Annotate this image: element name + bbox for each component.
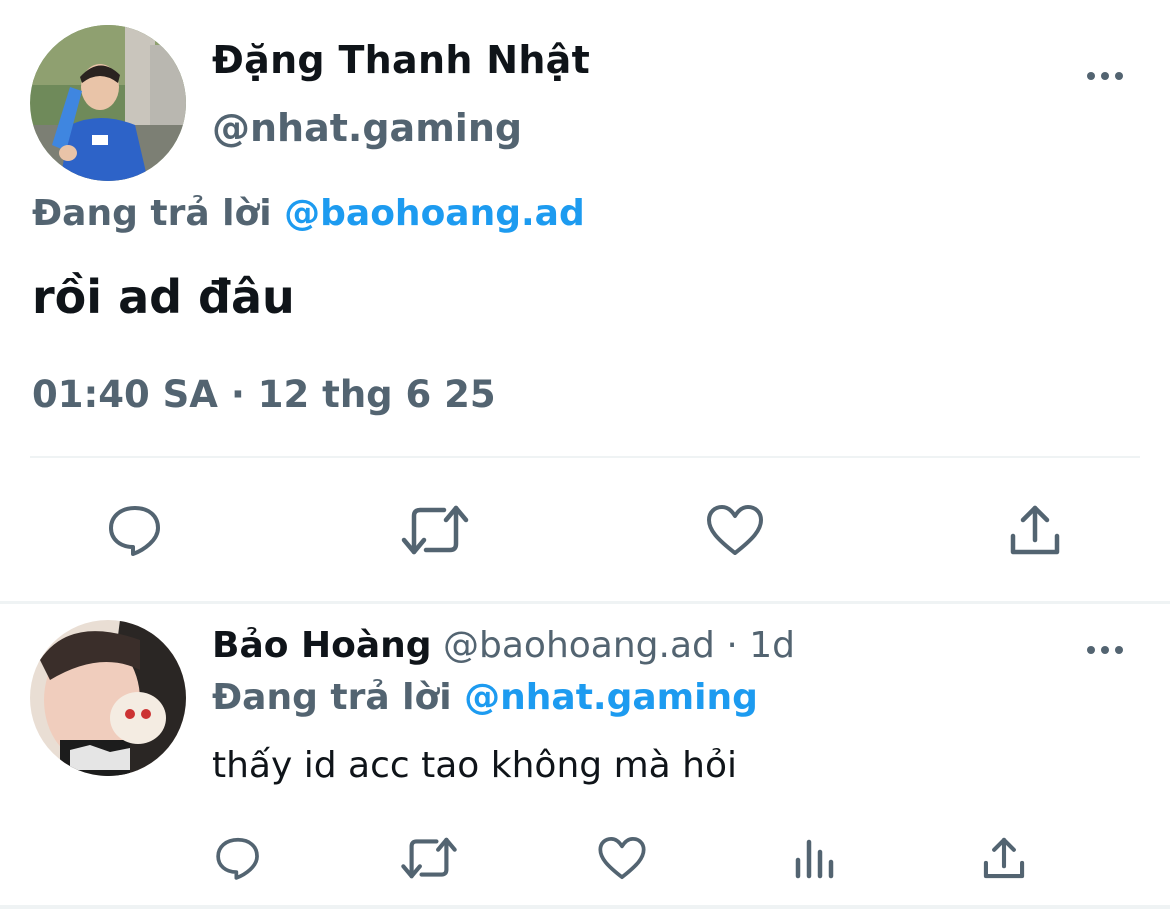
author-handle[interactable]: @nhat.gaming [212,106,522,150]
reply-author-handle[interactable]: @baohoang.ad [443,625,715,666]
reply-tweet-like-button[interactable] [594,830,650,886]
reply-tweet-retweet-button[interactable] [398,830,460,886]
more-horizontal-icon [1087,646,1123,654]
reply-tweet-views-button[interactable] [786,830,842,886]
divider [0,601,1170,604]
reply-header: Bảo Hoàng @baohoang.ad · 1d [212,625,795,666]
reply-tweet-share-button[interactable] [976,830,1032,886]
more-horizontal-icon [1087,72,1123,80]
reply-more-options-button[interactable] [1085,632,1125,662]
replying-label: Đang trả lời [212,677,452,718]
retweet-button[interactable] [398,495,472,565]
analytics-icon [795,839,834,879]
divider [0,905,1170,909]
reply-author-avatar[interactable] [30,620,186,776]
author-name[interactable]: Đặng Thanh Nhật [212,38,590,82]
replying-to-mention[interactable]: @baohoang.ad [284,193,585,234]
more-options-button[interactable] [1085,58,1125,88]
share-icon [1010,505,1060,555]
reply-button[interactable] [100,495,170,565]
share-icon [983,837,1025,879]
heart-icon [598,836,646,880]
replying-label: Đang trả lời [32,193,272,234]
reply-icon [109,506,160,556]
reply-icon [216,837,259,880]
reply-tweet-text: thấy id acc tao không mà hỏi [212,745,737,786]
reply-replying-to: Đang trả lời @nhat.gaming [212,677,758,718]
share-button[interactable] [1000,495,1070,565]
author-avatar[interactable] [30,25,186,181]
retweet-icon [401,505,469,555]
heart-icon [707,505,763,555]
retweet-icon [401,837,457,879]
divider [30,456,1140,458]
replying-to-mention[interactable]: @nhat.gaming [464,677,758,718]
replying-to: Đang trả lời @baohoang.ad [32,193,585,234]
separator-dot: · [726,625,738,666]
reply-tweet-reply-button[interactable] [210,830,266,886]
reply-author-name[interactable]: Bảo Hoàng [212,625,432,666]
like-button[interactable] [700,495,770,565]
reply-time[interactable]: 1d [749,625,795,666]
tweet-text: rồi ad đâu [32,270,295,324]
tweet-timestamp[interactable]: 01:40 SA · 12 thg 6 25 [32,373,496,416]
